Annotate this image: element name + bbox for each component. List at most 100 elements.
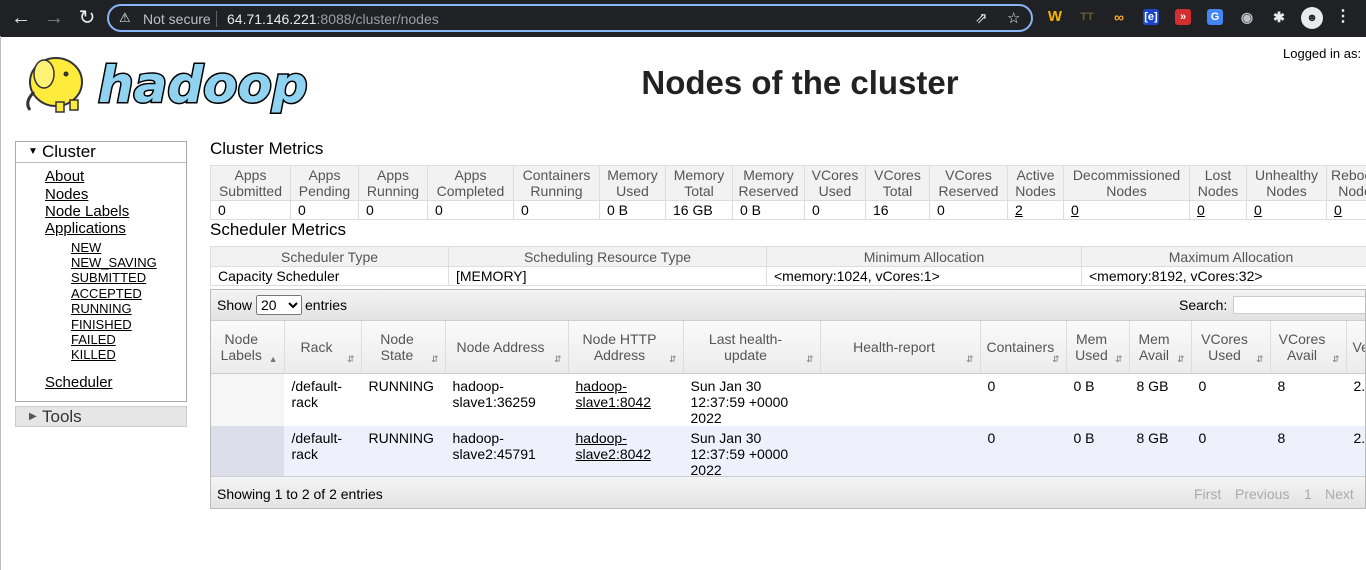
scheduler-metric-header: Scheduling Resource Type [448,246,767,267]
app-state-accepted[interactable]: ACCEPTED [71,286,142,301]
extension-bracket-icon[interactable]: [e] [1143,9,1159,25]
cluster-metric-cell: 0 [1189,200,1247,220]
table-cell: 0 [1191,426,1270,478]
column-header[interactable]: Version⇵ [1346,321,1366,374]
share-icon[interactable]: ⇗ [975,9,988,27]
bookmark-star-icon[interactable]: ☆ [1007,9,1020,27]
scheduler-metric-cell: [MEMORY] [448,266,767,286]
table-row: /default-rack RUNNING hadoop-slave1:36259 h… [211,373,1365,426]
column-header[interactable]: Mem Avail ⇵ [1129,321,1192,374]
node-http-link[interactable]: hadoop-slave1:8042 [576,378,652,410]
table-cell: 8 [1270,426,1346,478]
cluster-metrics-title: Cluster Metrics [210,139,324,158]
app-state-new-saving[interactable]: NEW_SAVING [71,255,157,270]
pagination-first[interactable]: First [1194,486,1221,502]
sidebar-cluster-header[interactable]: ▼ Cluster [16,142,186,163]
sort-icon: ⇵ [1051,354,1060,364]
sidebar-cluster-panel: ▼ Cluster About Nodes Node Labels Applic… [15,141,187,402]
extension-red-icon[interactable]: » [1175,9,1191,25]
column-header[interactable]: VCores Avail ⇵ [1270,321,1347,374]
column-header[interactable]: Rack ⇵ [284,321,362,374]
camera-icon[interactable]: ◉ [1239,9,1255,25]
column-header[interactable]: Node Address ⇵ [445,321,569,374]
sidebar-item-node-labels[interactable]: Node Labels [45,203,129,220]
reload-icon[interactable]: ↻ [76,7,98,29]
nodes-table-toolbar: Show 20 entries Search: [211,290,1365,321]
scheduler-metrics-table: Scheduler Type Scheduling Resource Type Mi… [210,246,1366,286]
extension-infinity-icon[interactable]: ∞ [1111,9,1127,25]
cluster-metric-cell: 16 GB [665,200,733,220]
cluster-metric-link[interactable]: 2 [1015,202,1023,218]
column-header[interactable]: Node State ⇵ [361,321,446,374]
pagination-next[interactable]: Next [1325,486,1354,502]
scheduler-metrics-title: Scheduler Metrics [210,220,347,239]
address-bar[interactable]: ⚠ Not secure 64.71.146.221:8088/cluster/… [107,4,1033,32]
sort-icon: ⇵ [1255,354,1264,364]
table-cell: 8 GB [1129,373,1191,426]
browser-toolbar: ← → ↻ ⚠ Not secure 64.71.146.221:8088/cl… [0,0,1366,37]
sidebar-item-nodes[interactable]: Nodes [45,186,88,203]
column-header-label: Version [1352,339,1366,355]
column-header[interactable]: VCores Used ⇵ [1191,321,1271,374]
column-header[interactable]: Health-report ⇵ [820,321,981,374]
app-state-running[interactable]: RUNNING [71,301,132,316]
app-state-finished[interactable]: FINISHED [71,317,132,332]
translate-icon[interactable]: G [1207,9,1223,25]
cluster-metric-link[interactable]: 0 [1197,202,1205,218]
table-cell: 0 [980,373,1066,426]
cluster-metric-link[interactable]: 0 [1334,202,1342,218]
extension-w-icon[interactable]: W [1047,9,1063,25]
entries-label: entries [305,297,348,313]
extensions-puzzle-icon[interactable]: ✱ [1271,9,1287,25]
cluster-metric-cell: 0 [1246,200,1327,220]
triangle-down-icon: ▼ [28,146,38,157]
table-cell [211,373,284,426]
cluster-metric-header: Memory Used [599,165,666,201]
forward-icon[interactable]: → [43,7,65,29]
cluster-metric-header: Apps Pending [290,165,359,201]
app-state-killed[interactable]: KILLED [71,347,116,362]
page-size-select[interactable]: 20 [256,295,302,315]
hadoop-logo[interactable]: hadoop [16,44,316,116]
sort-ascending-icon: ▲ [268,354,278,364]
cluster-metric-cell: 0 [290,200,359,220]
app-state-failed[interactable]: FAILED [71,332,116,347]
extension-tt-icon[interactable]: TT [1079,9,1095,25]
table-cell: /default-rack [284,373,361,426]
column-header-label: Node Address [456,339,545,355]
url-text[interactable]: 64.71.146.221:8088/cluster/nodes [227,11,439,27]
sort-icon: ⇵ [553,354,562,364]
search-input[interactable] [1233,296,1365,314]
column-header[interactable]: Last health-update ⇵ [683,321,821,374]
warning-icon: ⚠ [119,10,131,25]
menu-kebab-icon[interactable]: ⋮ [1335,9,1351,25]
sidebar-item-about[interactable]: About [45,168,84,185]
cluster-metric-cell: 0 [210,200,291,220]
sidebar-tools-header[interactable]: ▶ Tools [15,406,187,427]
back-icon[interactable]: ← [10,7,32,29]
table-cell: 8 GB [1129,426,1191,478]
search-label: Search: [1179,297,1228,313]
page-title: Nodes of the cluster [641,64,959,101]
pagination-previous[interactable]: Previous [1235,486,1289,502]
column-header-label: Mem Used [1075,331,1108,363]
pagination-page-1[interactable]: 1 [1304,486,1312,502]
column-header[interactable]: Node HTTP Address ⇵ [568,321,684,374]
column-header[interactable]: Mem Used ⇵ [1066,321,1130,374]
sidebar-item-scheduler[interactable]: Scheduler [45,374,113,391]
node-http-link[interactable]: hadoop-slave2:8042 [576,430,652,462]
sidebar-item-applications[interactable]: Applications [45,220,126,237]
column-header[interactable]: Containers ⇵ [980,321,1067,374]
scheduler-metric-header: Minimum Allocation [766,246,1082,267]
cluster-metric-cell: 0 [513,200,600,220]
app-state-new[interactable]: NEW [71,240,101,255]
scheduler-metric-header: Scheduler Type [210,246,449,267]
cluster-metric-link[interactable]: 0 [1071,202,1079,218]
cluster-metric-header: VCores Total [865,165,930,201]
app-state-submitted[interactable]: SUBMITTED [71,270,146,285]
cluster-metric-header: Memory Total [665,165,733,201]
cluster-metric-cell: 0 [929,200,1008,220]
profile-avatar[interactable]: ☻ [1301,7,1323,29]
cluster-metric-link[interactable]: 0 [1254,202,1262,218]
column-header[interactable]: Node Labels ▲ [211,321,285,374]
